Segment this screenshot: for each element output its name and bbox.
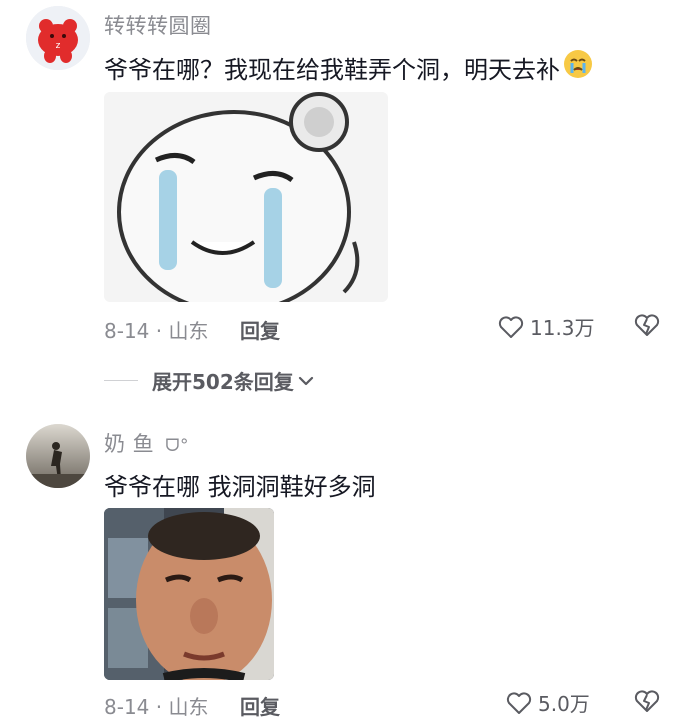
- crying-man-photo-image: [104, 508, 274, 680]
- crying-bear-meme-image: [104, 92, 388, 302]
- crying-emoji-icon: [562, 48, 594, 86]
- comment-date-location: 8-14 · 山东: [104, 695, 209, 719]
- chevron-down-icon: [298, 376, 313, 385]
- comment-text: 爷爷在哪 我洞洞鞋好多洞: [104, 473, 376, 501]
- heart-outline-icon: [498, 315, 524, 338]
- dislike-button[interactable]: [634, 313, 660, 341]
- red-bear-avatar-image: z: [26, 6, 90, 70]
- expand-replies-label: 展开502条回复: [152, 370, 294, 394]
- reply-button[interactable]: 回复: [240, 691, 280, 720]
- like-button[interactable]: 5.0万: [506, 688, 590, 717]
- username-text: 奶 鱼: [104, 432, 155, 456]
- like-count: 11.3万: [530, 316, 595, 340]
- like-button[interactable]: 11.3万: [498, 312, 595, 341]
- silhouette-avatar-image: [26, 424, 90, 488]
- reply-button[interactable]: 回复: [240, 315, 280, 344]
- comment-image[interactable]: [104, 92, 388, 302]
- avatar[interactable]: [26, 424, 90, 488]
- svg-text:z: z: [56, 41, 61, 51]
- expand-divider: [104, 380, 138, 381]
- comment-date-location: 8-14 · 山东: [104, 319, 209, 343]
- username[interactable]: 奶 鱼 ᗜ°: [104, 428, 189, 458]
- dislike-button[interactable]: [634, 689, 660, 717]
- comment-text: 爷爷在哪？我现在给我鞋弄个洞，明天去补: [104, 48, 594, 86]
- expand-replies-button[interactable]: 展开502条回复: [104, 366, 314, 395]
- username-suffix: ᗜ°: [165, 436, 189, 456]
- broken-heart-icon: [634, 314, 660, 336]
- broken-heart-icon: [634, 690, 660, 712]
- heart-outline-icon: [506, 691, 532, 714]
- comment-body: 爷爷在哪？我现在给我鞋弄个洞，明天去补: [104, 55, 560, 84]
- avatar[interactable]: z: [26, 6, 90, 70]
- comment-image[interactable]: [104, 508, 274, 680]
- username[interactable]: 转转转圆圈: [104, 10, 212, 40]
- like-count: 5.0万: [538, 692, 590, 716]
